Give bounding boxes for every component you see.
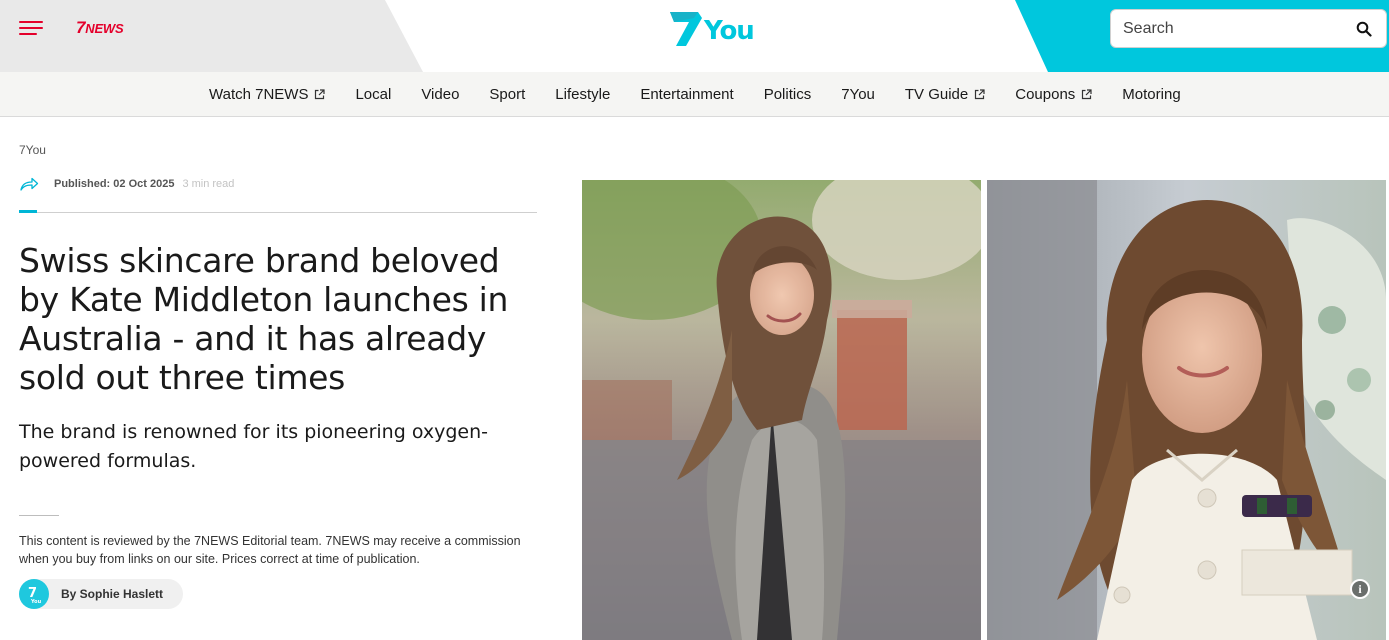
hero-image-left: [582, 180, 981, 640]
author-avatar: 7 You: [19, 579, 49, 609]
external-link-icon: [975, 89, 985, 100]
nav-item-local[interactable]: Local: [355, 86, 391, 103]
nav-item-coupons[interactable]: Coupons: [1015, 86, 1092, 103]
nav-item-entertainment[interactable]: Entertainment: [640, 86, 733, 103]
section-breadcrumb[interactable]: 7You: [19, 143, 46, 157]
search-box[interactable]: [1110, 9, 1387, 48]
7you-logo[interactable]: You: [668, 8, 760, 48]
disclaimer-divider: [19, 515, 59, 516]
nav-item-label: 7You: [841, 86, 875, 103]
nav-list: Watch 7NEWS Local Video Sport Lifestyle Enter…: [209, 72, 1211, 117]
7news-logo[interactable]: 7NEWS: [76, 18, 124, 38]
article-meta: Published: 02 Oct 2025 3 min read: [19, 175, 234, 193]
author-name: By Sophie Haslett: [61, 587, 164, 601]
nav-item-label: Local: [355, 86, 392, 103]
svg-text:You: You: [30, 599, 42, 605]
article-standfirst: The brand is renowned for its pioneering…: [19, 421, 488, 472]
author-byline[interactable]: 7 You By Sophie Haslett: [19, 579, 184, 609]
nav-item-politics[interactable]: Politics: [764, 86, 812, 103]
nav-item-label: TV Guide: [904, 86, 969, 103]
nav-item-7you[interactable]: 7You: [841, 86, 875, 103]
meta-divider: [19, 212, 537, 213]
main-nav: Watch 7NEWS Local Video Sport Lifestyle Enter…: [0, 72, 1389, 117]
external-link-icon: [315, 89, 326, 100]
nav-item-label: Motoring: [1122, 86, 1181, 103]
top-header: 7NEWS You: [0, 0, 1389, 72]
external-link-icon: [1082, 89, 1092, 100]
nav-item-label: Lifestyle: [555, 86, 611, 103]
nav-item-label: Politics: [763, 86, 812, 103]
svg-text:You: You: [703, 16, 754, 46]
nav-item-label: Entertainment: [640, 86, 734, 103]
nav-item-sport[interactable]: Sport: [489, 86, 525, 103]
nav-item-watch-7news[interactable]: Watch 7NEWS: [209, 86, 326, 103]
nav-item-tv-guide[interactable]: TV Guide: [905, 86, 985, 103]
search-input[interactable]: [1123, 17, 1343, 41]
published-date: Published: 02 Oct 2025: [54, 178, 175, 190]
read-time: 3 min read: [182, 178, 235, 190]
editorial-disclaimer: This content is reviewed by the 7NEWS Ed…: [19, 534, 521, 566]
nav-item-label: Video: [421, 86, 460, 103]
article-headline: Swiss skincare brand beloved by Kate Mid…: [19, 241, 509, 397]
share-icon[interactable]: [19, 176, 39, 192]
nav-item-label: Watch 7NEWS: [209, 86, 309, 103]
search-icon[interactable]: [1356, 21, 1372, 37]
image-info-icon[interactable]: i: [1350, 579, 1370, 599]
nav-item-motoring[interactable]: Motoring: [1122, 86, 1180, 103]
nav-item-lifestyle[interactable]: Lifestyle: [555, 86, 610, 103]
meta-divider-accent: [19, 210, 37, 213]
nav-item-label: Sport: [489, 86, 526, 103]
nav-item-label: Coupons: [1015, 86, 1076, 103]
menu-icon[interactable]: [19, 21, 43, 35]
nav-item-video[interactable]: Video: [421, 86, 459, 103]
hero-image-right: [987, 180, 1386, 640]
